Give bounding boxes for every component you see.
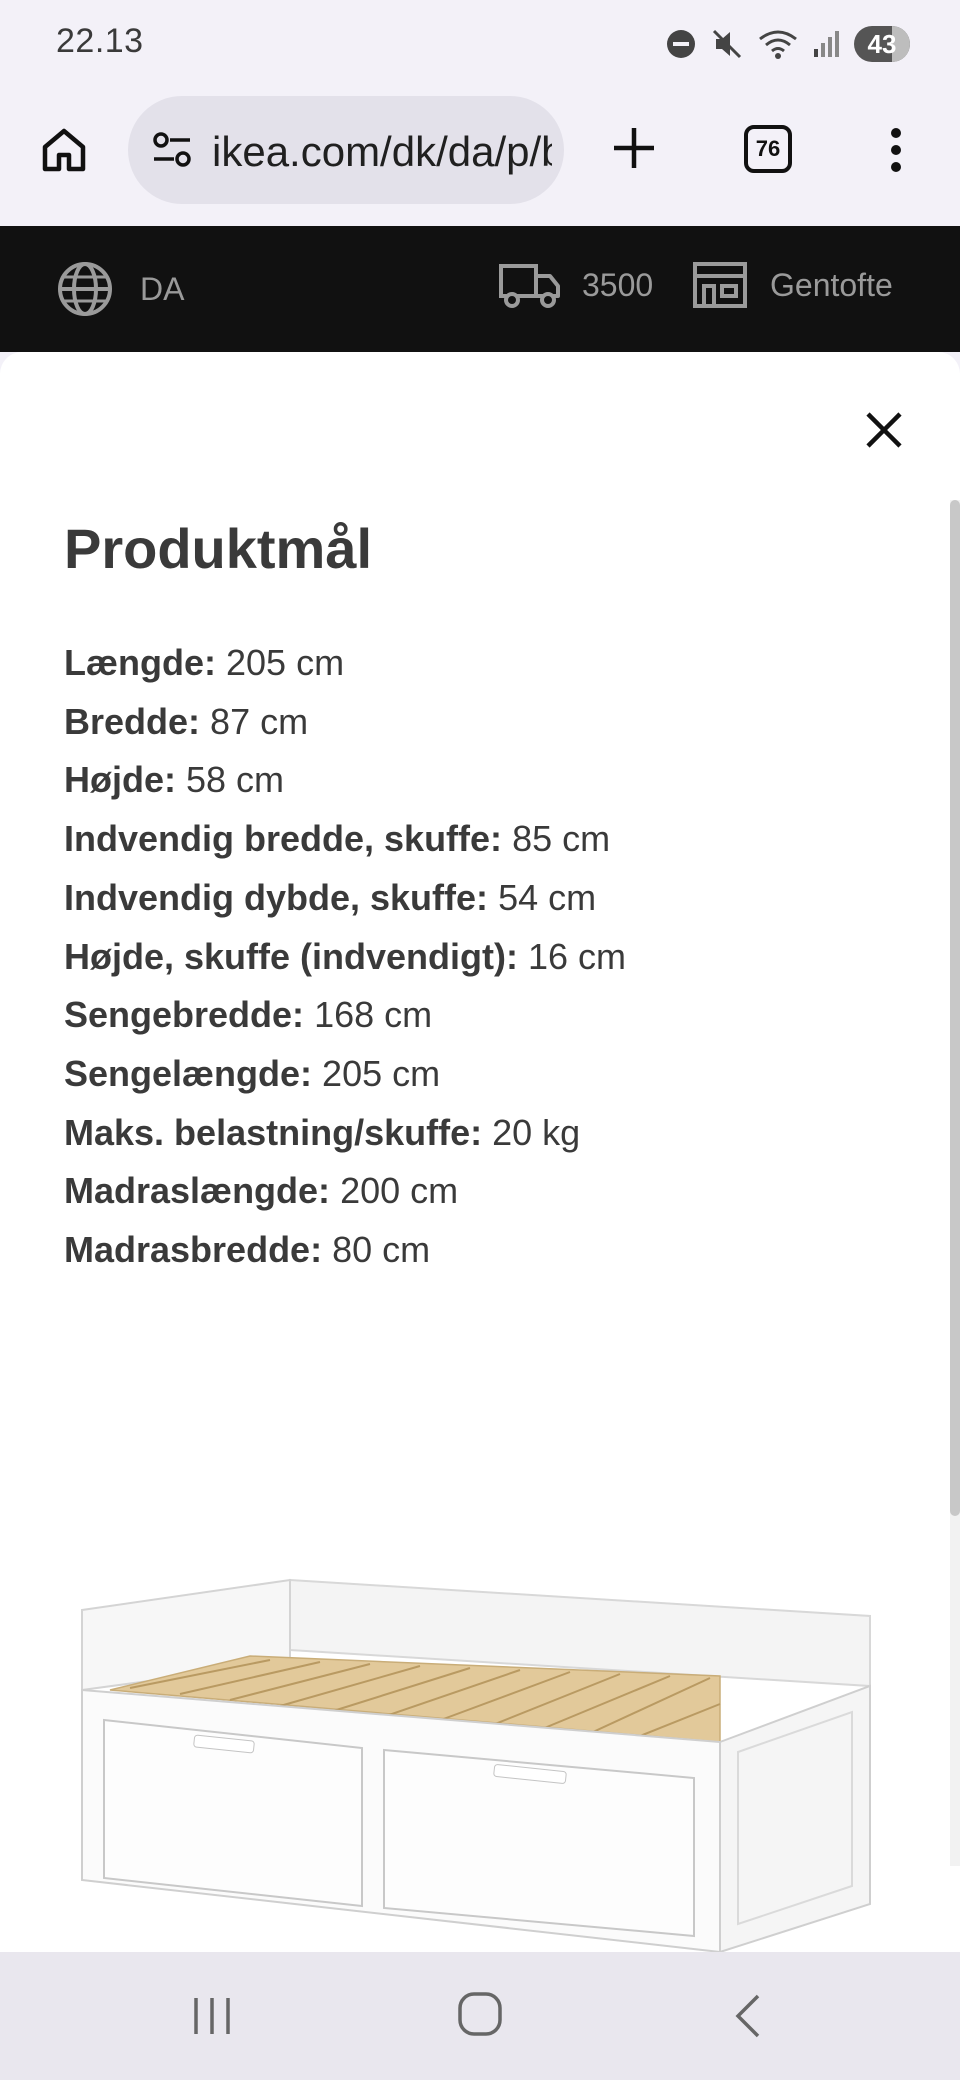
close-icon	[866, 412, 902, 448]
mute-icon	[712, 29, 742, 59]
product-dimensions-modal: Produktmål Længde: 205 cm Bredde: 87 cm …	[0, 352, 960, 1952]
postcode-label: 3500	[582, 266, 654, 303]
language-label: DA	[140, 270, 185, 307]
daybed-product-image	[81, 1578, 871, 1952]
dimension-item: Indvendig bredde, skuffe: 85 cm	[64, 818, 611, 860]
modal-title: Produktmål	[64, 517, 373, 580]
scrollbar-thumb[interactable]	[950, 500, 960, 1516]
dimension-item: Sengelængde: 205 cm	[64, 1052, 441, 1094]
wifi-icon	[759, 30, 797, 59]
status-icons: 43	[666, 24, 910, 64]
dimension-item: Indvendig dybde, skuffe: 54 cm	[64, 876, 597, 918]
back-nav-icon[interactable]	[732, 1992, 764, 2040]
plus-icon	[614, 128, 654, 168]
dimensions-list: Længde: 205 cm Bredde: 87 cm Højde: 58 c…	[64, 634, 626, 1280]
home-icon	[42, 128, 86, 172]
recent-apps-icon[interactable]	[190, 1994, 234, 2038]
dimension-item: Højde, skuffe (indvendigt): 16 cm	[64, 935, 627, 977]
dnd-icon	[667, 30, 695, 58]
tune-icon[interactable]	[150, 128, 194, 172]
tab-switcher-button[interactable]: 76	[744, 125, 792, 173]
dimension-item: Maks. belastning/skuffe: 20 kg	[64, 1111, 581, 1153]
url-bar[interactable]: ikea.com/dk/da/p/brimnes-daybed	[128, 96, 564, 204]
truck-icon	[499, 264, 560, 308]
new-tab-button[interactable]	[604, 118, 664, 178]
store-icon	[693, 262, 747, 308]
close-button[interactable]	[858, 404, 910, 456]
home-nav-icon[interactable]	[456, 1990, 504, 2038]
dimension-item: Madraslængde: 200 cm	[64, 1170, 459, 1212]
browser-toolbar: ikea.com/dk/da/p/brimnes-daybed 76	[0, 88, 960, 226]
store-label: Gentofte	[770, 266, 893, 303]
delivery-postcode-button[interactable]: 3500	[498, 260, 653, 310]
status-time: 22.13	[56, 22, 144, 60]
dimension-item: Madrasbredde: 80 cm	[64, 1229, 431, 1271]
menu-button[interactable]	[876, 122, 916, 178]
site-header: DA 3500 Gentofte	[0, 226, 960, 352]
language-selector[interactable]: DA	[56, 260, 184, 318]
dimension-item: Længde: 205 cm	[64, 642, 345, 683]
system-nav-bar	[0, 1952, 960, 2080]
signal-icon	[814, 31, 839, 57]
dimension-item: Højde: 58 cm	[64, 759, 285, 801]
dimension-item: Bredde: 87 cm	[64, 700, 309, 742]
globe-icon	[58, 262, 112, 316]
dimension-item: Sengebredde: 168 cm	[64, 994, 433, 1036]
battery-indicator: 43	[854, 26, 910, 62]
status-bar: 22.13 43	[0, 0, 960, 88]
home-button[interactable]	[36, 122, 92, 178]
store-selector[interactable]: Gentofte	[692, 260, 893, 310]
more-vert-icon	[891, 128, 901, 172]
url-text[interactable]: ikea.com/dk/da/p/brimnes-daybed	[212, 128, 552, 176]
